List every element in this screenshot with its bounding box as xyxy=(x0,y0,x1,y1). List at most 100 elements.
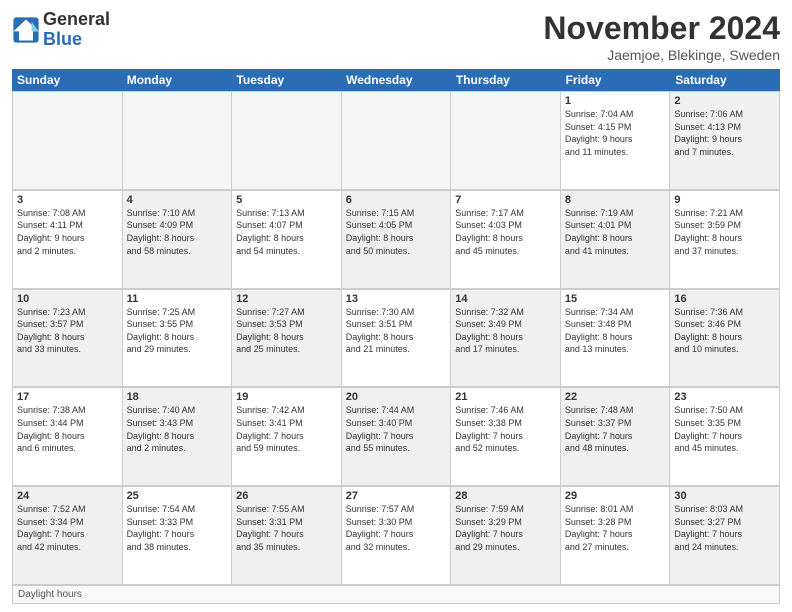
calendar-body: 1Sunrise: 7:04 AM Sunset: 4:15 PM Daylig… xyxy=(12,91,780,604)
day-number: 24 xyxy=(17,490,118,502)
day-cell-w4-d2: 18Sunrise: 7:40 AM Sunset: 3:43 PM Dayli… xyxy=(123,388,233,486)
day-number: 21 xyxy=(455,391,556,403)
day-cell-w2-d4: 6Sunrise: 7:15 AM Sunset: 4:05 PM Daylig… xyxy=(342,191,452,289)
day-info: Sunrise: 7:10 AM Sunset: 4:09 PM Dayligh… xyxy=(127,207,228,257)
day-info: Sunrise: 7:36 AM Sunset: 3:46 PM Dayligh… xyxy=(674,306,775,356)
day-cell-w2-d3: 5Sunrise: 7:13 AM Sunset: 4:07 PM Daylig… xyxy=(232,191,342,289)
day-info: Sunrise: 7:57 AM Sunset: 3:30 PM Dayligh… xyxy=(346,503,447,553)
day-cell-w5-d3: 26Sunrise: 7:55 AM Sunset: 3:31 PM Dayli… xyxy=(232,487,342,585)
day-number: 10 xyxy=(17,293,118,305)
header-wednesday: Wednesday xyxy=(341,69,451,91)
day-cell-w3-d4: 13Sunrise: 7:30 AM Sunset: 3:51 PM Dayli… xyxy=(342,290,452,388)
day-cell-w2-d2: 4Sunrise: 7:10 AM Sunset: 4:09 PM Daylig… xyxy=(123,191,233,289)
day-number: 29 xyxy=(565,490,666,502)
day-info: Sunrise: 7:40 AM Sunset: 3:43 PM Dayligh… xyxy=(127,404,228,454)
day-cell-w1-d5 xyxy=(451,92,561,190)
day-cell-w4-d7: 23Sunrise: 7:50 AM Sunset: 3:35 PM Dayli… xyxy=(670,388,780,486)
logo: General Blue xyxy=(12,10,110,50)
calendar-header: Sunday Monday Tuesday Wednesday Thursday… xyxy=(12,69,780,91)
day-cell-w4-d4: 20Sunrise: 7:44 AM Sunset: 3:40 PM Dayli… xyxy=(342,388,452,486)
day-info: Sunrise: 7:32 AM Sunset: 3:49 PM Dayligh… xyxy=(455,306,556,356)
day-number: 9 xyxy=(674,194,775,206)
logo-icon xyxy=(12,16,40,44)
day-info: Sunrise: 8:01 AM Sunset: 3:28 PM Dayligh… xyxy=(565,503,666,553)
day-number: 7 xyxy=(455,194,556,206)
week-row-1: 1Sunrise: 7:04 AM Sunset: 4:15 PM Daylig… xyxy=(12,91,780,190)
day-number: 4 xyxy=(127,194,228,206)
day-info: Sunrise: 7:44 AM Sunset: 3:40 PM Dayligh… xyxy=(346,404,447,454)
week-row-2: 3Sunrise: 7:08 AM Sunset: 4:11 PM Daylig… xyxy=(12,190,780,289)
day-info: Sunrise: 7:23 AM Sunset: 3:57 PM Dayligh… xyxy=(17,306,118,356)
day-info: Sunrise: 7:17 AM Sunset: 4:03 PM Dayligh… xyxy=(455,207,556,257)
day-cell-w3-d1: 10Sunrise: 7:23 AM Sunset: 3:57 PM Dayli… xyxy=(13,290,123,388)
day-info: Sunrise: 7:38 AM Sunset: 3:44 PM Dayligh… xyxy=(17,404,118,454)
day-info: Sunrise: 7:59 AM Sunset: 3:29 PM Dayligh… xyxy=(455,503,556,553)
day-number: 13 xyxy=(346,293,447,305)
day-cell-w1-d3 xyxy=(232,92,342,190)
day-cell-w5-d6: 29Sunrise: 8:01 AM Sunset: 3:28 PM Dayli… xyxy=(561,487,671,585)
day-info: Sunrise: 7:13 AM Sunset: 4:07 PM Dayligh… xyxy=(236,207,337,257)
day-cell-w4-d6: 22Sunrise: 7:48 AM Sunset: 3:37 PM Dayli… xyxy=(561,388,671,486)
day-info: Sunrise: 7:30 AM Sunset: 3:51 PM Dayligh… xyxy=(346,306,447,356)
day-info: Sunrise: 7:08 AM Sunset: 4:11 PM Dayligh… xyxy=(17,207,118,257)
day-number: 8 xyxy=(565,194,666,206)
location: Jaemjoe, Blekinge, Sweden xyxy=(543,47,780,63)
day-cell-w5-d2: 25Sunrise: 7:54 AM Sunset: 3:33 PM Dayli… xyxy=(123,487,233,585)
day-info: Sunrise: 7:06 AM Sunset: 4:13 PM Dayligh… xyxy=(674,108,775,158)
day-number: 1 xyxy=(565,95,666,107)
day-info: Sunrise: 7:15 AM Sunset: 4:05 PM Dayligh… xyxy=(346,207,447,257)
day-number: 17 xyxy=(17,391,118,403)
month-title: November 2024 xyxy=(543,10,780,47)
day-number: 26 xyxy=(236,490,337,502)
day-cell-w1-d7: 2Sunrise: 7:06 AM Sunset: 4:13 PM Daylig… xyxy=(670,92,780,190)
week-row-4: 17Sunrise: 7:38 AM Sunset: 3:44 PM Dayli… xyxy=(12,387,780,486)
header-friday: Friday xyxy=(561,69,671,91)
day-number: 6 xyxy=(346,194,447,206)
logo-general-text: General xyxy=(43,10,110,30)
day-cell-w2-d1: 3Sunrise: 7:08 AM Sunset: 4:11 PM Daylig… xyxy=(13,191,123,289)
day-number: 12 xyxy=(236,293,337,305)
day-info: Sunrise: 7:25 AM Sunset: 3:55 PM Dayligh… xyxy=(127,306,228,356)
day-number: 2 xyxy=(674,95,775,107)
logo-blue-text: Blue xyxy=(43,30,110,50)
day-cell-w5-d7: 30Sunrise: 8:03 AM Sunset: 3:27 PM Dayli… xyxy=(670,487,780,585)
day-number: 28 xyxy=(455,490,556,502)
week-row-5: 24Sunrise: 7:52 AM Sunset: 3:34 PM Dayli… xyxy=(12,486,780,585)
day-number: 19 xyxy=(236,391,337,403)
day-cell-w1-d6: 1Sunrise: 7:04 AM Sunset: 4:15 PM Daylig… xyxy=(561,92,671,190)
day-cell-w4-d1: 17Sunrise: 7:38 AM Sunset: 3:44 PM Dayli… xyxy=(13,388,123,486)
day-number: 27 xyxy=(346,490,447,502)
day-cell-w3-d2: 11Sunrise: 7:25 AM Sunset: 3:55 PM Dayli… xyxy=(123,290,233,388)
week-row-3: 10Sunrise: 7:23 AM Sunset: 3:57 PM Dayli… xyxy=(12,289,780,388)
day-info: Sunrise: 7:04 AM Sunset: 4:15 PM Dayligh… xyxy=(565,108,666,158)
day-info: Sunrise: 7:19 AM Sunset: 4:01 PM Dayligh… xyxy=(565,207,666,257)
day-cell-w1-d2 xyxy=(123,92,233,190)
day-number: 30 xyxy=(674,490,775,502)
day-cell-w4-d5: 21Sunrise: 7:46 AM Sunset: 3:38 PM Dayli… xyxy=(451,388,561,486)
day-number: 11 xyxy=(127,293,228,305)
header-sunday: Sunday xyxy=(12,69,122,91)
page: General Blue November 2024 Jaemjoe, Blek… xyxy=(0,0,792,612)
day-number: 22 xyxy=(565,391,666,403)
day-info: Sunrise: 7:50 AM Sunset: 3:35 PM Dayligh… xyxy=(674,404,775,454)
day-cell-w3-d6: 15Sunrise: 7:34 AM Sunset: 3:48 PM Dayli… xyxy=(561,290,671,388)
title-block: November 2024 Jaemjoe, Blekinge, Sweden xyxy=(543,10,780,63)
day-info: Sunrise: 8:03 AM Sunset: 3:27 PM Dayligh… xyxy=(674,503,775,553)
day-number: 23 xyxy=(674,391,775,403)
day-cell-w3-d7: 16Sunrise: 7:36 AM Sunset: 3:46 PM Dayli… xyxy=(670,290,780,388)
header: General Blue November 2024 Jaemjoe, Blek… xyxy=(12,10,780,63)
day-cell-w3-d5: 14Sunrise: 7:32 AM Sunset: 3:49 PM Dayli… xyxy=(451,290,561,388)
day-number: 20 xyxy=(346,391,447,403)
daylight-row: Daylight hours xyxy=(12,585,780,604)
header-monday: Monday xyxy=(122,69,232,91)
day-cell-w5-d1: 24Sunrise: 7:52 AM Sunset: 3:34 PM Dayli… xyxy=(13,487,123,585)
logo-text: General Blue xyxy=(43,10,110,50)
day-info: Sunrise: 7:21 AM Sunset: 3:59 PM Dayligh… xyxy=(674,207,775,257)
day-info: Sunrise: 7:34 AM Sunset: 3:48 PM Dayligh… xyxy=(565,306,666,356)
day-cell-w3-d3: 12Sunrise: 7:27 AM Sunset: 3:53 PM Dayli… xyxy=(232,290,342,388)
day-info: Sunrise: 7:27 AM Sunset: 3:53 PM Dayligh… xyxy=(236,306,337,356)
day-info: Sunrise: 7:42 AM Sunset: 3:41 PM Dayligh… xyxy=(236,404,337,454)
day-cell-w1-d4 xyxy=(342,92,452,190)
day-number: 14 xyxy=(455,293,556,305)
header-tuesday: Tuesday xyxy=(231,69,341,91)
